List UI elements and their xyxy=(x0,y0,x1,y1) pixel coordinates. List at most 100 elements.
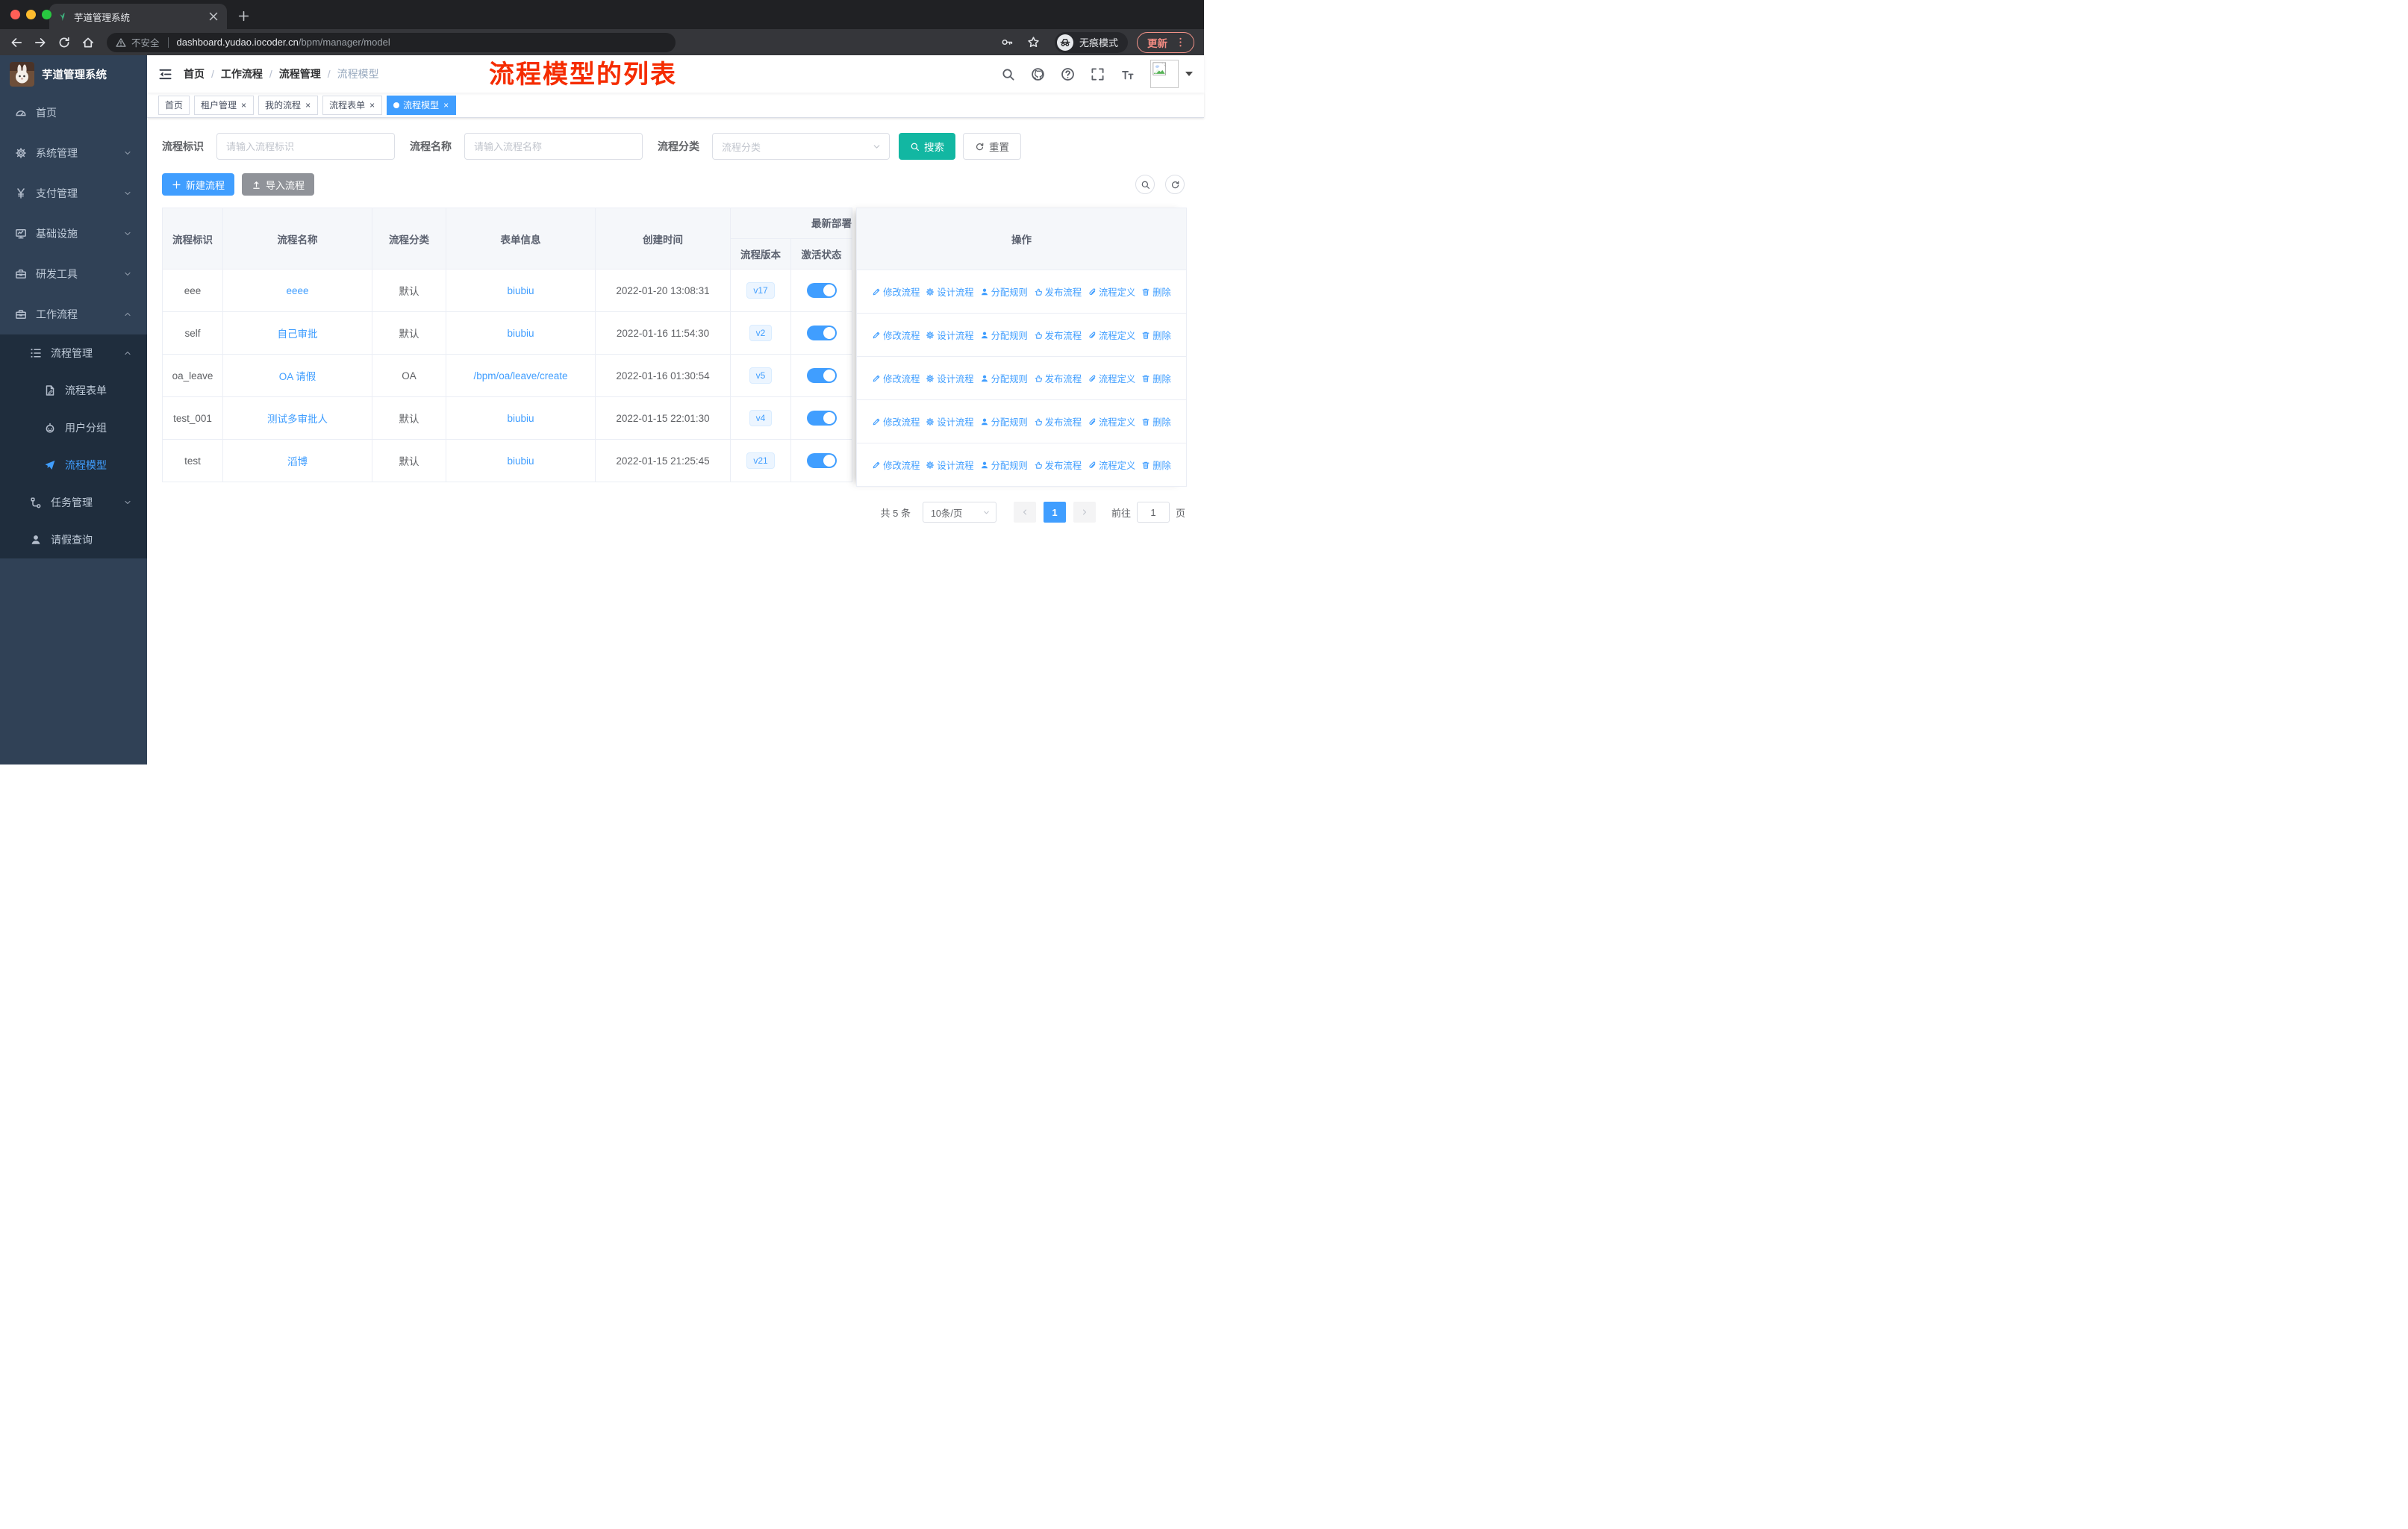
address-bar[interactable]: 不安全 dashboard.yudao.iocoder.cn/bpm/manag… xyxy=(107,32,676,52)
breadcrumb-process-manage[interactable]: 流程管理 xyxy=(279,66,321,81)
form-info-link[interactable]: biubiu xyxy=(507,455,534,467)
sidebar-item-task-manage[interactable]: 任务管理 xyxy=(0,484,147,521)
process-key-input[interactable] xyxy=(216,133,395,160)
process-name-link[interactable]: 自己审批 xyxy=(278,328,318,340)
process-name-link[interactable]: OA 请假 xyxy=(279,371,316,382)
action-user-link[interactable]: 分配规则 xyxy=(980,458,1028,472)
action-trash-link[interactable]: 删除 xyxy=(1141,328,1171,342)
active-toggle[interactable] xyxy=(806,283,837,298)
action-pencil-link[interactable]: 修改流程 xyxy=(872,415,920,429)
goto-page-input[interactable] xyxy=(1136,502,1170,523)
tag-view-3[interactable]: 流程表单 × xyxy=(322,95,383,115)
search-button[interactable]: 搜索 xyxy=(899,133,955,160)
page-1-button[interactable]: 1 xyxy=(1043,502,1066,523)
action-hand-link[interactable]: 发布流程 xyxy=(1034,328,1082,342)
action-clip-link[interactable]: 流程定义 xyxy=(1088,285,1135,299)
process-category-select[interactable]: 流程分类 xyxy=(712,133,890,160)
close-icon[interactable]: × xyxy=(369,101,375,110)
tag-view-2[interactable]: 我的流程 × xyxy=(258,95,319,115)
window-minimize-button[interactable] xyxy=(26,10,36,19)
action-gear-link[interactable]: 设计流程 xyxy=(926,285,974,299)
browser-tab[interactable]: 芋道管理系统 xyxy=(49,4,227,29)
process-name-input[interactable] xyxy=(464,133,643,160)
sidebar-item-system[interactable]: 系统管理 xyxy=(0,133,147,173)
forward-icon[interactable] xyxy=(34,36,47,49)
search-icon[interactable] xyxy=(1001,67,1015,81)
github-icon[interactable] xyxy=(1031,67,1045,81)
process-name-link[interactable]: 滔博 xyxy=(287,456,308,467)
sidebar-item-leave-query[interactable]: 请假查询 xyxy=(0,521,147,558)
action-user-link[interactable]: 分配规则 xyxy=(980,285,1028,299)
window-zoom-button[interactable] xyxy=(42,10,52,19)
window-close-button[interactable] xyxy=(10,10,20,19)
action-pencil-link[interactable]: 修改流程 xyxy=(872,285,920,299)
process-name-link[interactable]: 测试多审批人 xyxy=(267,414,328,425)
close-icon[interactable]: × xyxy=(240,101,247,110)
not-secure-icon[interactable] xyxy=(116,37,126,48)
action-trash-link[interactable]: 删除 xyxy=(1141,458,1171,472)
close-icon[interactable]: × xyxy=(305,101,311,110)
toggle-search-button[interactable] xyxy=(1135,175,1155,194)
sidebar-item-infra[interactable]: 基础设施 xyxy=(0,214,147,254)
action-pencil-link[interactable]: 修改流程 xyxy=(872,328,920,342)
active-toggle[interactable] xyxy=(806,326,837,340)
create-process-button[interactable]: 新建流程 xyxy=(162,173,235,196)
active-toggle[interactable] xyxy=(806,368,837,383)
tag-view-1[interactable]: 租户管理 × xyxy=(194,95,255,115)
back-icon[interactable] xyxy=(10,36,23,49)
sidebar-item-workflow[interactable]: 工作流程 xyxy=(0,294,147,334)
action-pencil-link[interactable]: 修改流程 xyxy=(872,372,920,385)
sidebar-item-process-model[interactable]: 流程模型 xyxy=(0,446,147,484)
next-page-button[interactable] xyxy=(1073,502,1096,523)
form-info-link[interactable]: biubiu xyxy=(507,328,534,339)
action-hand-link[interactable]: 发布流程 xyxy=(1034,415,1082,429)
chrome-update-button[interactable]: 更新 xyxy=(1137,31,1194,53)
fullscreen-icon[interactable] xyxy=(1091,67,1105,81)
action-trash-link[interactable]: 删除 xyxy=(1141,372,1171,385)
bookmark-star-icon[interactable] xyxy=(1027,36,1040,49)
reload-icon[interactable] xyxy=(57,36,71,49)
reset-button[interactable]: 重置 xyxy=(963,133,1021,160)
action-clip-link[interactable]: 流程定义 xyxy=(1088,372,1135,385)
action-trash-link[interactable]: 删除 xyxy=(1141,415,1171,429)
user-menu[interactable] xyxy=(1150,60,1193,88)
breadcrumb-home[interactable]: 首页 xyxy=(184,66,205,81)
action-gear-link[interactable]: 设计流程 xyxy=(926,328,974,342)
home-icon[interactable] xyxy=(81,36,95,49)
action-hand-link[interactable]: 发布流程 xyxy=(1034,285,1082,299)
active-toggle[interactable] xyxy=(806,453,837,468)
action-gear-link[interactable]: 设计流程 xyxy=(926,458,974,472)
sidebar-item-home[interactable]: 首页 xyxy=(0,93,147,133)
page-size-select[interactable]: 10条/页 xyxy=(922,502,996,523)
tab-close-icon[interactable] xyxy=(208,10,219,22)
font-size-icon[interactable] xyxy=(1120,67,1135,81)
not-secure-label[interactable]: 不安全 xyxy=(131,35,160,49)
action-trash-link[interactable]: 删除 xyxy=(1141,285,1171,299)
close-icon[interactable]: × xyxy=(443,101,449,110)
menu-fold-icon[interactable] xyxy=(158,67,172,81)
browser-menu-icon[interactable] xyxy=(1175,37,1186,48)
form-info-link[interactable]: /bpm/oa/leave/create xyxy=(473,370,567,382)
action-pencil-link[interactable]: 修改流程 xyxy=(872,458,920,472)
sidebar-item-payment[interactable]: 支付管理 xyxy=(0,173,147,214)
help-icon[interactable] xyxy=(1061,67,1075,81)
process-name-link[interactable]: eeee xyxy=(286,285,308,296)
form-info-link[interactable]: biubiu xyxy=(507,413,534,424)
sidebar-item-devtools[interactable]: 研发工具 xyxy=(0,254,147,294)
sidebar-item-process-manage[interactable]: 流程管理 xyxy=(0,334,147,372)
avatar[interactable] xyxy=(1150,60,1179,88)
action-clip-link[interactable]: 流程定义 xyxy=(1088,328,1135,342)
password-key-icon[interactable] xyxy=(1001,36,1014,49)
action-gear-link[interactable]: 设计流程 xyxy=(926,372,974,385)
tag-view-0[interactable]: 首页 xyxy=(158,95,190,115)
action-user-link[interactable]: 分配规则 xyxy=(980,328,1028,342)
sidebar-item-process-form[interactable]: 流程表单 xyxy=(0,372,147,409)
action-clip-link[interactable]: 流程定义 xyxy=(1088,415,1135,429)
new-tab-button[interactable] xyxy=(237,10,250,22)
breadcrumb-workflow[interactable]: 工作流程 xyxy=(221,66,263,81)
refresh-table-button[interactable] xyxy=(1165,175,1185,194)
active-toggle[interactable] xyxy=(806,411,837,426)
action-user-link[interactable]: 分配规则 xyxy=(980,372,1028,385)
action-user-link[interactable]: 分配规则 xyxy=(980,415,1028,429)
form-info-link[interactable]: biubiu xyxy=(507,285,534,296)
